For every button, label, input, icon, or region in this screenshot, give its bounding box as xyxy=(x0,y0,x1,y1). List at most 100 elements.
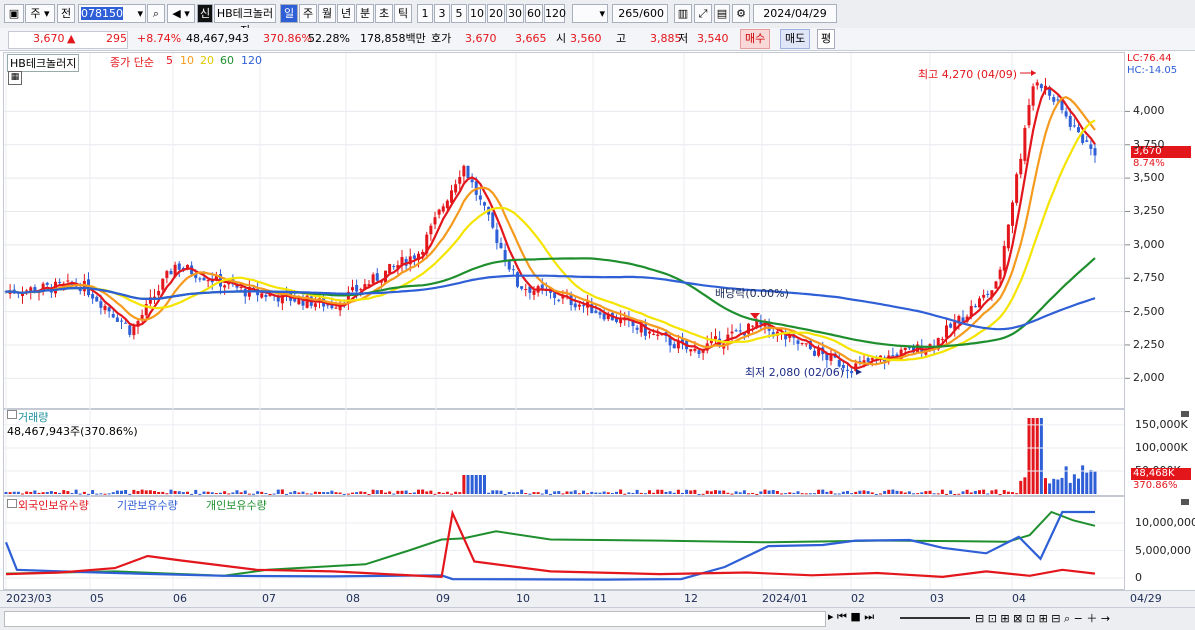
x-tick-label: 02 xyxy=(851,592,865,605)
volume-bar xyxy=(408,492,412,494)
volume-bar xyxy=(111,492,115,494)
volume-bar xyxy=(907,491,911,494)
candle-body xyxy=(652,333,656,335)
volume-bar xyxy=(672,492,676,494)
candle-body xyxy=(577,304,581,307)
ma-line-60 xyxy=(5,257,1096,348)
candle-body xyxy=(511,269,515,271)
volume-bar xyxy=(1056,479,1060,494)
candle-body xyxy=(714,336,717,340)
volume-bar xyxy=(144,490,148,494)
volume-bar xyxy=(186,491,189,494)
volume-bar xyxy=(194,489,198,494)
volume-bar xyxy=(953,493,957,495)
foreign-holdings-label: 외국인보유수량 xyxy=(18,499,89,512)
volume-bar xyxy=(165,493,169,495)
candle-body xyxy=(817,348,821,356)
candle-body xyxy=(445,200,449,209)
volume-bar xyxy=(417,489,420,494)
volume-bar xyxy=(854,491,858,494)
zoom-slider[interactable] xyxy=(900,617,970,619)
candle-body xyxy=(1064,111,1068,117)
volume-bar xyxy=(994,489,998,494)
volume-bar xyxy=(33,490,37,494)
candle-body xyxy=(462,165,466,177)
volume-bar xyxy=(210,492,214,494)
candle-body xyxy=(495,229,499,244)
institution-holdings-label: 기관보유수량 xyxy=(117,499,178,512)
candle-body xyxy=(656,334,660,336)
volume-bar xyxy=(330,490,334,494)
candle-body xyxy=(351,287,354,291)
volume-bar xyxy=(664,491,668,494)
collapse-icon[interactable] xyxy=(7,499,17,508)
scroll-track[interactable] xyxy=(4,611,826,627)
x-tick-label: 10 xyxy=(516,592,530,605)
candle-body xyxy=(470,179,474,183)
candle-body xyxy=(730,331,734,334)
volume-bar xyxy=(771,489,775,494)
volume-bar xyxy=(223,491,227,494)
x-tick-label: 2024/01 xyxy=(762,592,808,605)
volume-bar xyxy=(173,491,177,494)
volume-bar xyxy=(1052,478,1056,494)
volume-bar xyxy=(965,489,969,494)
volume-bar xyxy=(157,491,161,494)
candle-body xyxy=(945,325,948,338)
nav-icons[interactable]: ▸ ⏮ ■ ⏭ xyxy=(828,610,874,624)
volume-bar xyxy=(474,475,478,494)
candle-body xyxy=(891,355,895,357)
volume-bar xyxy=(227,493,231,495)
ma-label: 종가 단순 xyxy=(110,56,154,69)
individual-holdings-line xyxy=(5,510,1096,577)
volume-bar xyxy=(883,491,887,494)
volume-bar xyxy=(190,493,194,495)
volume-bar xyxy=(45,491,49,494)
price-y-tick: 3,750 xyxy=(1133,137,1165,151)
volume-bar xyxy=(91,490,95,494)
volume-bar xyxy=(528,493,532,495)
volume-bar xyxy=(656,489,660,494)
volume-bar xyxy=(280,489,284,494)
candle-body xyxy=(973,306,977,308)
volume-bar xyxy=(573,490,577,494)
volume-bar xyxy=(936,493,940,495)
close-icon[interactable] xyxy=(1181,499,1189,505)
candle-body xyxy=(21,294,24,297)
volume-bar xyxy=(829,490,833,494)
volume-bar xyxy=(846,490,849,494)
volume-bar xyxy=(219,492,222,494)
ma-line-10 xyxy=(5,96,1096,366)
volume-bar xyxy=(355,492,359,494)
volume-tag: 48,468K xyxy=(1131,468,1191,480)
volume-bar xyxy=(643,493,647,495)
volume-bar xyxy=(784,493,788,495)
collapse-icon[interactable] xyxy=(7,410,17,419)
holdings-y-tick: 10,000,000 xyxy=(1135,516,1195,529)
candle-body xyxy=(903,347,907,351)
candle-body xyxy=(1006,224,1010,249)
volume-value: 48,467,943주(370.86%) xyxy=(7,425,138,438)
grid-icon[interactable]: ▦ xyxy=(8,71,22,85)
view-icons[interactable]: ⊟ ⊡ ⊞ ⊠ ⊡ ⊞ ⊟ ⌕ − ＋ → xyxy=(975,610,1110,626)
volume-bar xyxy=(458,492,462,494)
volume-y-tick: 150,000K xyxy=(1135,417,1188,431)
volume-bar xyxy=(957,493,961,495)
candle-body xyxy=(532,290,536,295)
volume-bar xyxy=(181,492,185,494)
volume-bar xyxy=(986,493,990,495)
volume-pct-tag: 370.86% xyxy=(1133,480,1178,491)
x-tick-label: 04 xyxy=(1012,592,1026,605)
candle-body xyxy=(115,317,119,322)
candle-body xyxy=(734,330,738,332)
volume-bar xyxy=(788,492,792,494)
volume-bar xyxy=(693,489,697,494)
volume-bar xyxy=(25,491,29,494)
candle-body xyxy=(140,314,144,319)
candle-body xyxy=(95,296,99,302)
volume-bar xyxy=(912,493,915,495)
volume-bar xyxy=(49,491,53,494)
candle-body xyxy=(507,260,511,270)
close-icon[interactable] xyxy=(1181,411,1189,417)
candle-body xyxy=(1093,148,1097,156)
